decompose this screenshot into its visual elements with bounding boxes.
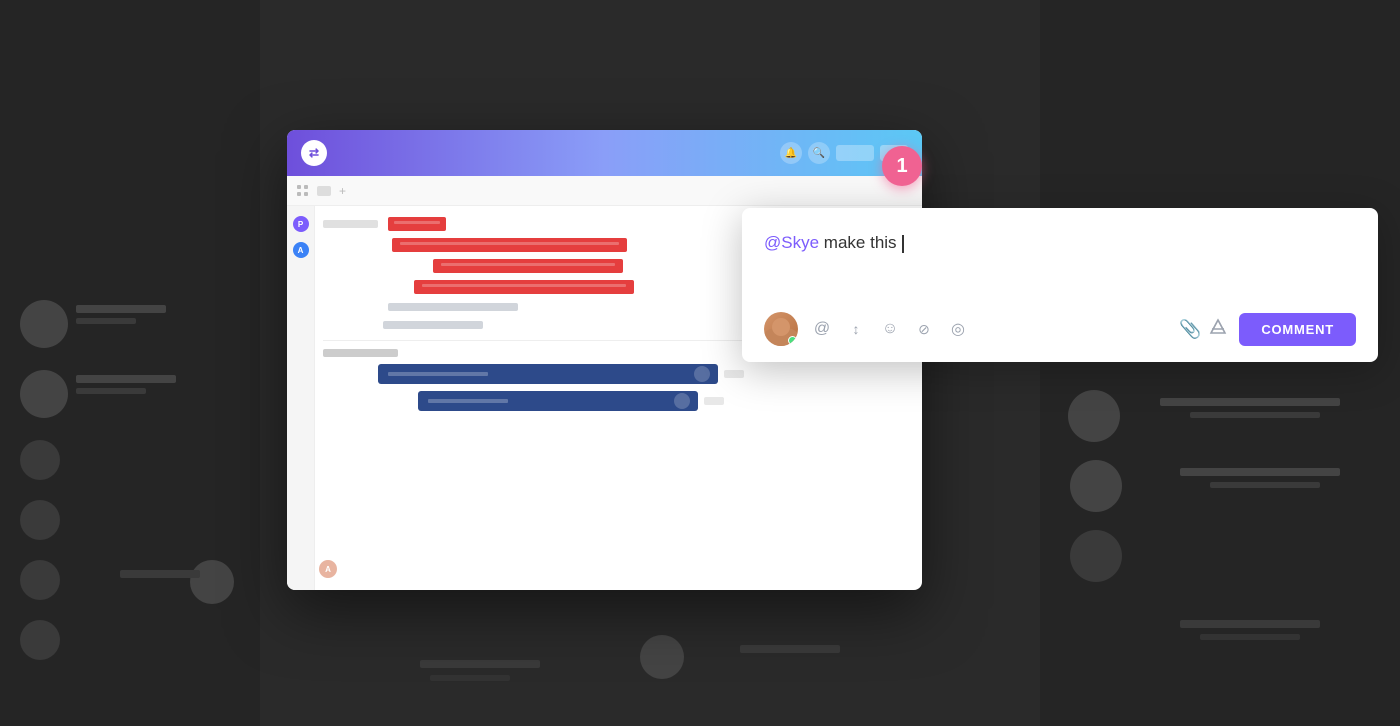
bg-bottom-avatar-2 (190, 560, 234, 604)
bg-text-3 (76, 375, 176, 383)
bg-bottom-avatar-1 (640, 635, 684, 679)
notification-badge: 1 (882, 146, 922, 186)
gantt-navy-row-1 (323, 363, 914, 385)
target-button[interactable]: ◎ (942, 313, 974, 345)
drive-button[interactable] (1209, 318, 1227, 341)
app-logo: ⇄ (301, 140, 327, 166)
bg-right-text-1 (1160, 398, 1340, 406)
bg-text-1 (76, 305, 166, 313)
header-search-icon[interactable]: 🔍 (808, 142, 830, 164)
bg-bottom-text-2 (430, 675, 510, 681)
bg-avatar-4 (20, 500, 60, 540)
comment-text-content: @Skye make this (764, 230, 1356, 294)
bg-right-text-5 (1180, 620, 1320, 628)
header-bell-icon[interactable]: 🔔 (780, 142, 802, 164)
bg-text-4 (76, 388, 146, 394)
comment-body-text: make this (824, 233, 901, 252)
sidebar-avatar-blue: A (293, 242, 309, 258)
bg-right-avatar-2 (1070, 460, 1122, 512)
bg-avatar-5 (20, 560, 60, 600)
assign-button[interactable]: ↕ (840, 313, 872, 345)
text-cursor (902, 235, 904, 253)
attachment-button[interactable]: 📎 (1179, 319, 1201, 340)
at-mention-button[interactable]: @ (806, 313, 838, 345)
bg-right-text-2 (1190, 412, 1320, 418)
bg-right-text-4 (1210, 482, 1320, 488)
bg-right-avatar-1 (1068, 390, 1120, 442)
bg-right-text-6 (1200, 634, 1300, 640)
bg-right-text-3 (1180, 468, 1340, 476)
edit-button[interactable]: ⊘ (908, 313, 940, 345)
app-left-sidebar: P A (287, 206, 315, 590)
bg-avatar-6 (20, 620, 60, 660)
bg-left-panel (0, 0, 260, 726)
bg-bottom-text-4 (120, 570, 200, 578)
bg-text-2 (76, 318, 136, 324)
app-header: ⇄ 🔔 🔍 (287, 130, 922, 176)
comment-submit-button[interactable]: COMMENT (1239, 313, 1356, 346)
bg-right-panel (1040, 0, 1400, 726)
sidebar-avatar-purple: P (293, 216, 309, 232)
gantt-navy-row-2 (323, 390, 914, 412)
toolbar-plus: + (339, 184, 346, 198)
grid-icon (297, 185, 309, 197)
bg-avatar-1 (20, 300, 68, 348)
bg-bottom-text-1 (420, 660, 540, 668)
toolbar-icon-1 (317, 186, 331, 196)
user-avatar (764, 312, 798, 346)
app-toolbar: + (287, 176, 922, 206)
header-rect-1 (836, 145, 874, 161)
gantt-bottom-avatar: A (319, 560, 337, 578)
comment-toolbar: @ ↕ ☺ ⊘ ◎ 📎 COMMENT (764, 312, 1356, 346)
mention-tag: @Skye (764, 233, 819, 252)
avatar-online-indicator (788, 336, 797, 345)
bg-avatar-3 (20, 440, 60, 480)
emoji-button[interactable]: ☺ (874, 313, 906, 345)
comment-popup: @Skye make this @ ↕ ☺ ⊘ ◎ 📎 (742, 208, 1378, 362)
bg-avatar-2 (20, 370, 68, 418)
bg-right-avatar-3 (1070, 530, 1122, 582)
bg-bottom-text-3 (740, 645, 840, 653)
